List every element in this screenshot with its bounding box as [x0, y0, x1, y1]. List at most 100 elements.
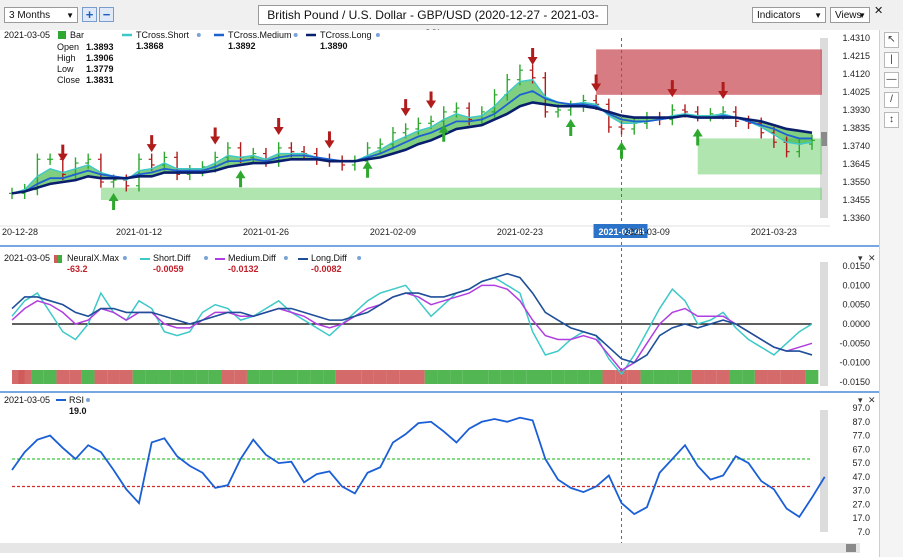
neural-bar — [145, 370, 159, 384]
diff-pane: 0.0150 0.0100 0.0050 0.0000 -0.0050 -0.0100 -0… — [0, 253, 879, 393]
info-close-label: Close — [57, 75, 80, 85]
chevron-down-icon: ▼ — [858, 11, 866, 20]
legend-series-name: TCross.Short — [136, 30, 190, 40]
long-diff-line — [11, 272, 813, 364]
price-y-tick: 1.4310 — [842, 33, 870, 43]
date-tick: 2021-01-12 — [116, 227, 162, 237]
neural-bar — [716, 370, 730, 384]
info-open-label: Open — [57, 42, 79, 52]
date-tick: 2021-01-26 — [243, 227, 289, 237]
date-tick: 2021-02-23 — [497, 227, 543, 237]
neural-bar — [94, 370, 108, 384]
range-select-value: 3 Months — [9, 10, 51, 21]
chart-title: British Pound / U.S. Dollar - GBP/USD (2… — [258, 5, 608, 41]
price-y-tick: 1.3455 — [842, 195, 870, 205]
rsi-line — [11, 416, 826, 519]
neural-bar — [69, 370, 82, 384]
neural-bar — [386, 370, 400, 384]
diff-y-tick: 0.0100 — [842, 280, 870, 290]
price-y-tick: 1.4120 — [842, 69, 870, 79]
neural-bar — [272, 370, 286, 384]
indicators-select[interactable]: Indicators ▼ — [752, 7, 826, 23]
chart-area: 1.4310 1.4215 1.4120 1.4025 1.3930 1.3835 1.37… — [0, 30, 879, 553]
diff-y-tick: 0.0050 — [842, 300, 870, 310]
date-tick: 2021-03-23 — [751, 227, 797, 237]
chevron-down-icon: ▼ — [814, 11, 822, 20]
price-y-tick: 1.3550 — [842, 177, 870, 187]
neural-bar — [31, 370, 44, 384]
price-y-tick: 1.3645 — [842, 159, 870, 169]
rsi-y-tick: 77.0 — [852, 431, 870, 441]
neural-bar — [323, 370, 336, 384]
diff-y-tick: -0.0100 — [839, 358, 870, 368]
neural-bar — [450, 370, 463, 384]
rsi-y-tick: 87.0 — [852, 417, 870, 427]
neural-bar — [754, 370, 768, 384]
legend-series-value: 1.3890 — [320, 41, 348, 51]
neural-bar — [805, 370, 819, 384]
info-open-value: 1.3893 — [86, 42, 114, 52]
neural-bar — [475, 370, 489, 384]
neural-bar — [462, 370, 476, 384]
legend-swatch — [58, 255, 62, 263]
rsi-y-tick: 47.0 — [852, 472, 870, 482]
settings-dot-icon — [122, 256, 127, 260]
neural-bar — [424, 370, 438, 384]
neural-bar — [310, 370, 324, 384]
legend-series-name: Long.Diff — [311, 253, 347, 263]
price-y-tick: 1.3740 — [842, 141, 870, 151]
rsi-scrollbar — [820, 410, 828, 532]
rsi-y-tick: 27.0 — [852, 499, 870, 509]
date-tick: 2021-03-09 — [624, 227, 670, 237]
neural-bar — [640, 370, 654, 384]
anchor-tool-icon[interactable]: ↕ — [884, 112, 899, 128]
support-zone — [100, 187, 822, 200]
neural-bar — [373, 370, 387, 384]
indicators-label: Indicators — [757, 10, 801, 21]
info-date: 2021-03-05 — [4, 30, 50, 40]
horizontal-scrollbar — [0, 543, 860, 553]
vertical-line-tool-icon[interactable]: | — [884, 52, 899, 68]
pin-icon[interactable]: ✕ — [874, 4, 883, 17]
neural-bar — [348, 370, 362, 384]
settings-dot-icon — [283, 256, 288, 260]
diff-info-date: 2021-03-05 — [4, 253, 50, 263]
neural-bar — [526, 370, 539, 384]
neural-bar — [577, 370, 590, 384]
neural-bar — [792, 370, 806, 384]
rsi-y-tick: 67.0 — [852, 444, 870, 454]
range-select[interactable]: 3 Months ▼ — [4, 7, 78, 23]
neural-bar — [183, 370, 197, 384]
diff-y-tick: -0.0050 — [839, 338, 870, 348]
neural-bar — [780, 370, 793, 384]
add-button[interactable]: + — [82, 7, 97, 22]
neural-bar — [412, 370, 425, 384]
legend-series-name: TCross.Medium — [228, 30, 292, 40]
trend-line-tool-icon[interactable]: / — [884, 92, 899, 108]
neural-bar — [285, 370, 298, 384]
date-tick: 2021-02-09 — [370, 227, 416, 237]
settings-dot-icon — [204, 256, 208, 260]
diff-scrollbar — [820, 262, 828, 386]
price-y-tick: 1.4215 — [842, 51, 870, 61]
resistance-zone — [596, 49, 822, 95]
close-icon: ✕ — [868, 253, 876, 263]
neural-bar — [767, 370, 781, 384]
neural-bar — [399, 370, 412, 384]
medium-diff-line — [11, 284, 813, 372]
horizontal-line-tool-icon[interactable]: — — [884, 72, 899, 88]
cursor-tool-icon[interactable]: ↖ — [884, 32, 899, 48]
neural-bar — [361, 370, 374, 384]
legend-series-value: -0.0132 — [228, 264, 259, 274]
legend-series-value: 1.3868 — [136, 41, 164, 51]
diff-y-tick: 0.0150 — [842, 261, 870, 271]
legend-series-name: Short.Diff — [153, 253, 191, 263]
collapse-icon: ▾ — [858, 395, 863, 405]
settings-dot-icon — [357, 256, 362, 260]
bar-legend-label: Bar — [70, 30, 84, 40]
rsi-y-tick: 7.0 — [857, 527, 870, 537]
price-y-tick: 1.3930 — [842, 105, 870, 115]
neural-bar — [437, 370, 451, 384]
remove-button[interactable]: − — [99, 7, 114, 22]
views-select[interactable]: Views ▼ — [830, 7, 870, 23]
